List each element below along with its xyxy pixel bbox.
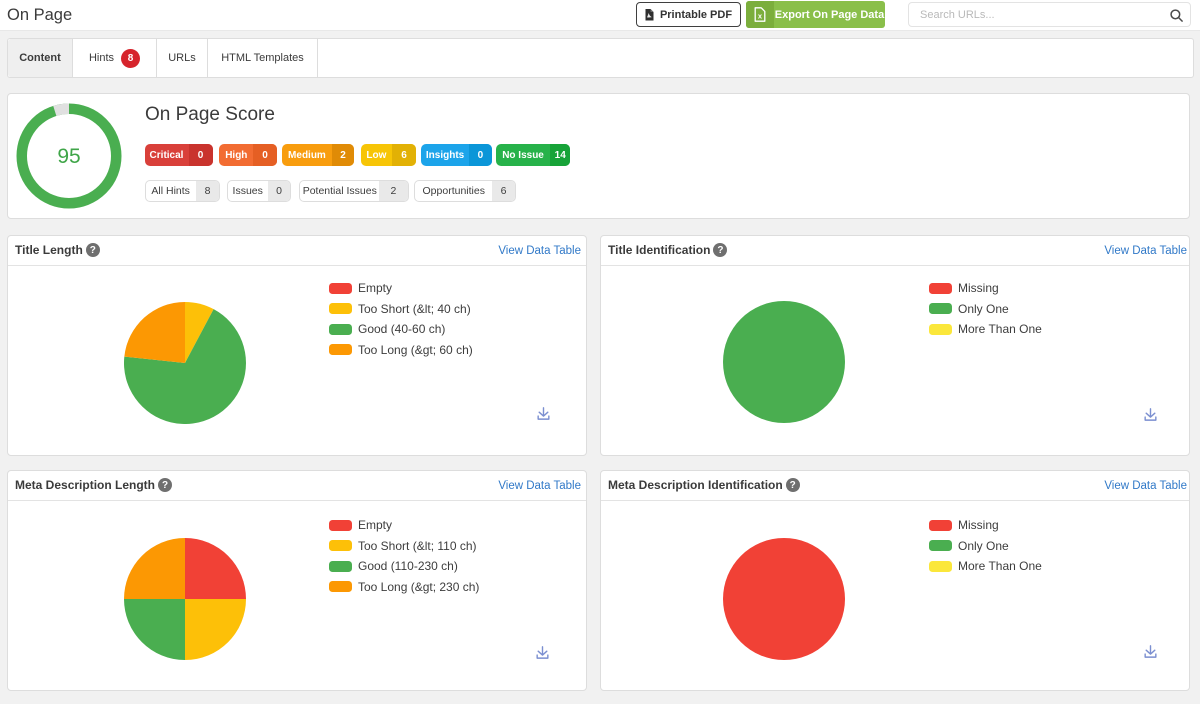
svg-text:x: x <box>758 12 763 21</box>
